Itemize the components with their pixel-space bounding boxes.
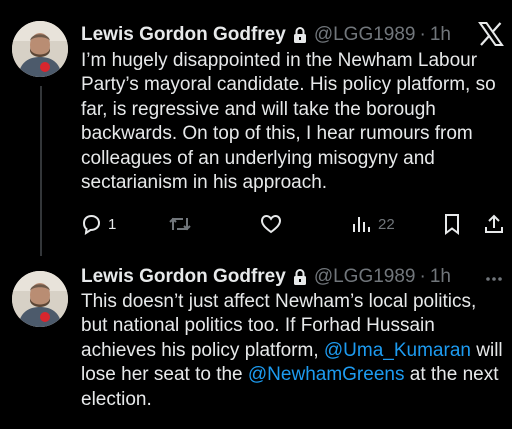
mention-link[interactable]: @NewhamGreens: [248, 364, 405, 385]
author-handle[interactable]: @LGG1989: [314, 265, 416, 289]
reply-count: 1: [108, 215, 117, 233]
tweet-text: I’m hugely disappointed in the Newham La…: [81, 50, 496, 194]
tweet-header: Lewis Gordon Godfrey @LGG1989 · 1h: [81, 265, 472, 289]
avatar[interactable]: [12, 271, 68, 327]
share-button[interactable]: [483, 213, 505, 235]
views-count: 22: [378, 215, 395, 233]
lock-icon: [292, 268, 308, 286]
author-name[interactable]: Lewis Gordon Godfrey: [81, 23, 286, 47]
views-icon: [350, 213, 372, 235]
author-name[interactable]: Lewis Gordon Godfrey: [81, 265, 286, 289]
separator-dot: ·: [419, 24, 426, 45]
tweet-text: This doesn’t just affect Newham’s local …: [81, 290, 506, 412]
author-handle[interactable]: @LGG1989: [314, 23, 416, 47]
tweet[interactable]: Lewis Gordon Godfrey @LGG1989 · 1h I’m h…: [0, 0, 512, 256]
repost-button[interactable]: [168, 213, 198, 235]
reply-icon: [80, 213, 102, 235]
mention-link[interactable]: @Uma_Kumaran: [324, 340, 471, 361]
separator-dot: ·: [419, 266, 426, 287]
bookmark-icon: [442, 213, 462, 235]
lock-icon: [292, 26, 308, 44]
like-icon: [259, 213, 283, 235]
tweet-actions: 1 22: [80, 213, 505, 239]
more-icon[interactable]: [484, 270, 504, 288]
tweet-time[interactable]: 1h: [430, 265, 451, 289]
like-button[interactable]: [259, 213, 289, 235]
tweet[interactable]: Lewis Gordon Godfrey @LGG1989 · 1h This …: [0, 250, 512, 429]
bookmark-button[interactable]: [442, 213, 462, 235]
reply-button[interactable]: 1: [80, 213, 116, 235]
avatar[interactable]: [12, 21, 68, 77]
tweet-time[interactable]: 1h: [430, 23, 451, 47]
share-icon: [483, 213, 505, 235]
views-button[interactable]: 22: [350, 213, 395, 235]
repost-icon: [168, 213, 192, 235]
x-logo-icon[interactable]: [478, 22, 504, 51]
thread-line: [40, 86, 42, 256]
tweet-header: Lewis Gordon Godfrey @LGG1989 · 1h: [81, 23, 472, 47]
